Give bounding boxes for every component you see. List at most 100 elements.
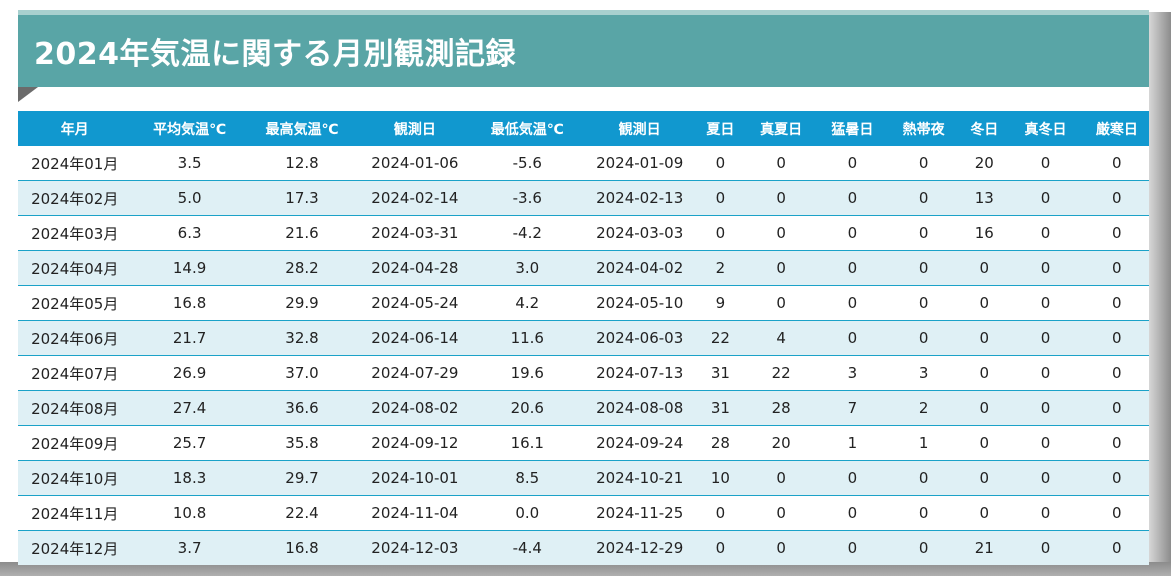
table-cell: 28.2 (247, 250, 357, 286)
table-cell: 22 (742, 355, 820, 391)
table-cell: 8.5 (473, 460, 581, 496)
table-cell: 16.8 (131, 285, 248, 321)
table-cell: 36.6 (247, 390, 357, 426)
table-cell: 2024年07月 (18, 355, 132, 391)
table-cell: 20 (742, 425, 820, 461)
column-header: 年月 (18, 111, 132, 146)
table-cell: 0 (962, 250, 1007, 286)
table-cell: -5.6 (473, 146, 581, 181)
table-cell: 2024-02-14 (356, 180, 474, 216)
table-header: 年月 平均気温℃ 最高気温℃ 観測日 最低気温℃ 観測日 夏日 真夏日 猛暑日 熱帯夜 冬日 真冬日厳… (18, 111, 1149, 146)
table-cell: 3.7 (131, 530, 248, 565)
table-header-row: 年月 平均気温℃ 最高気温℃ 観測日 最低気温℃ 観測日 夏日 真夏日 猛暑日 熱帯夜 冬日 真冬日厳… (18, 111, 1149, 146)
table-cell: 18.3 (131, 460, 248, 496)
table-row: 2024年12月 3.7 16.8 2024-12-03 -4.4 2024-12-29 0… (18, 530, 1149, 565)
table-cell: 0 (1084, 495, 1149, 531)
table-cell: 2024-01-06 (356, 146, 474, 181)
table-cell: 2024年05月 (18, 285, 132, 321)
table-cell: 0 (819, 146, 885, 181)
table-cell: 0.0 (473, 495, 581, 531)
table-cell: 13 (962, 180, 1007, 216)
table-cell: 0 (698, 215, 743, 251)
table-cell: 2024-12-03 (356, 530, 474, 565)
table-cell: 0 (962, 285, 1007, 321)
table-cell: 2024-04-02 (580, 250, 699, 286)
table-cell: 2024-03-03 (580, 215, 699, 251)
table-cell: 0 (1006, 530, 1085, 565)
table-cell: 2024-07-29 (356, 355, 474, 391)
table-cell: 27.4 (131, 390, 248, 426)
table-cell: 2024-11-25 (580, 495, 699, 531)
table-cell: 0 (742, 250, 820, 286)
table-cell: 37.0 (247, 355, 357, 391)
table-cell: 0 (1084, 250, 1149, 286)
table-cell: 4 (742, 320, 820, 356)
table-cell: 0 (742, 215, 820, 251)
table-cell: 0 (1006, 460, 1085, 496)
table-cell: 5.0 (131, 180, 248, 216)
table-cell: 2024年02月 (18, 180, 132, 216)
table-cell: 0 (819, 530, 885, 565)
table-cell: 0 (1006, 320, 1085, 356)
table-cell: 2024年09月 (18, 425, 132, 461)
table-cell: 31 (698, 355, 743, 391)
temperature-table: 年月 平均気温℃ 最高気温℃ 観測日 最低気温℃ 観測日 夏日 真夏日 猛暑日 熱帯夜 冬日 真冬日厳… (18, 111, 1149, 565)
table-cell: 2024-07-13 (580, 355, 699, 391)
column-header: 最高気温℃ (247, 111, 357, 146)
table-cell: 0 (1006, 215, 1085, 251)
table-cell: 26.9 (131, 355, 248, 391)
column-header: 真夏日 (742, 111, 820, 146)
table-cell: 21 (962, 530, 1007, 565)
table-cell: 20 (962, 146, 1007, 181)
table-cell: -3.6 (473, 180, 581, 216)
table-cell: 2024-09-12 (356, 425, 474, 461)
table-cell: 0 (884, 460, 963, 496)
table-cell: 0 (1084, 146, 1149, 181)
table-cell: 0 (884, 146, 963, 181)
table-row: 2024年11月 10.8 22.4 2024-11-04 0.0 2024-11-25 0… (18, 495, 1149, 531)
table-cell: 10 (698, 460, 743, 496)
table-cell: 2024-10-21 (580, 460, 699, 496)
table-cell: 7 (819, 390, 885, 426)
table-cell: 20.6 (473, 390, 581, 426)
table-row: 2024年10月 18.3 29.7 2024-10-01 8.5 2024-10-21 1… (18, 460, 1149, 496)
table-cell: 2024年04月 (18, 250, 132, 286)
table-cell: 32.8 (247, 320, 357, 356)
table-cell: 2024-08-08 (580, 390, 699, 426)
column-header: 熱帯夜 (884, 111, 963, 146)
table-cell: 35.8 (247, 425, 357, 461)
table-cell: 10.8 (131, 495, 248, 531)
table-cell: 11.6 (473, 320, 581, 356)
table-cell: 2 (698, 250, 743, 286)
table-cell: 9 (698, 285, 743, 321)
table-cell: 2024-06-14 (356, 320, 474, 356)
table-cell: 0 (1084, 285, 1149, 321)
table-cell: 16.1 (473, 425, 581, 461)
table-cell: 4.2 (473, 285, 581, 321)
table-cell: -4.2 (473, 215, 581, 251)
table-cell: 2024年10月 (18, 460, 132, 496)
table-cell: 2024-08-02 (356, 390, 474, 426)
table-cell: 0 (884, 180, 963, 216)
title-banner-fold (18, 87, 38, 102)
table-cell: 0 (819, 495, 885, 531)
table-cell: 0 (1006, 250, 1085, 286)
column-header: 冬日 (962, 111, 1007, 146)
table-row: 2024年06月 21.7 32.8 2024-06-14 11.6 2024-06-03… (18, 320, 1149, 356)
table-cell: 0 (1006, 390, 1085, 426)
table-cell: 22 (698, 320, 743, 356)
table-cell: -4.4 (473, 530, 581, 565)
table-row: 2024年02月 5.0 17.3 2024-02-14 -3.6 2024-02-13 0… (18, 180, 1149, 216)
table-cell: 1 (884, 425, 963, 461)
table-cell: 0 (884, 495, 963, 531)
table-cell: 0 (819, 285, 885, 321)
table-cell: 12.8 (247, 146, 357, 181)
table-cell: 21.6 (247, 215, 357, 251)
table-cell: 2024年12月 (18, 530, 132, 565)
table-cell: 0 (742, 180, 820, 216)
document-frame: 2024年気温に関する月別観測記録 年月 平均気温℃ 最高気温℃ 観測日 最低気温℃ 観測… (0, 0, 1171, 576)
table-cell: 0 (742, 285, 820, 321)
table-row: 2024年03月 6.3 21.6 2024-03-31 -4.2 2024-03-03 0… (18, 215, 1149, 251)
table-cell: 22.4 (247, 495, 357, 531)
table-cell: 0 (884, 320, 963, 356)
